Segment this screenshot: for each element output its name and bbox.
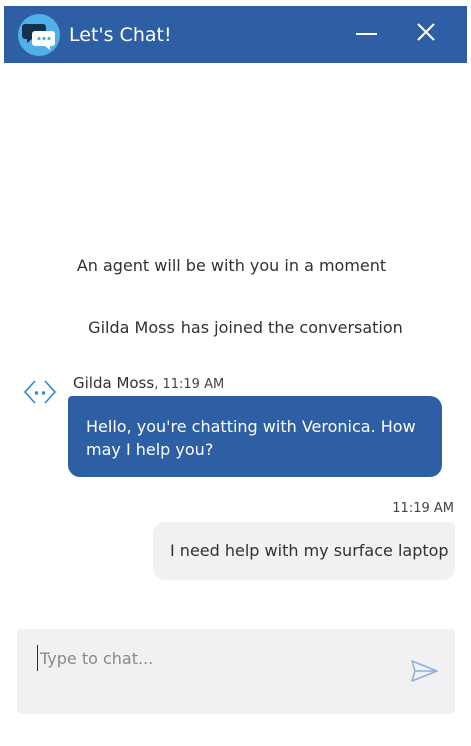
- user-message-time: 11:19 AM: [392, 501, 454, 516]
- close-button[interactable]: [409, 16, 445, 52]
- window-title: Let's Chat!: [69, 24, 172, 46]
- chat-header: Let's Chat!: [4, 6, 467, 63]
- chat-input[interactable]: [37, 645, 400, 671]
- agent-name: Gilda Moss: [73, 374, 155, 392]
- send-icon: [411, 660, 438, 682]
- user-message-bubble: I need help with my surface laptop: [153, 522, 455, 580]
- joined-agent-name: Gilda Moss: [88, 318, 175, 337]
- agent-message-bubble: Hello, you're chatting with Veronica. Ho…: [68, 396, 442, 477]
- system-joined-message: Gilda Moss has joined the conversation: [10, 318, 471, 338]
- minimize-icon: [356, 33, 377, 35]
- chat-bubbles-icon: [18, 14, 60, 56]
- agent-message-meta: Gilda Moss, 11:19 AM: [73, 374, 225, 392]
- close-icon: [417, 23, 435, 41]
- send-button[interactable]: [409, 657, 441, 685]
- joined-text: has joined the conversation: [180, 318, 403, 337]
- system-wait-message: An agent will be with you in a moment: [76, 256, 387, 275]
- chat-composer: [17, 629, 455, 714]
- agent-avatar-icon: [23, 380, 57, 404]
- minimize-button[interactable]: [348, 16, 384, 52]
- agent-message-time: 11:19 AM: [162, 377, 225, 392]
